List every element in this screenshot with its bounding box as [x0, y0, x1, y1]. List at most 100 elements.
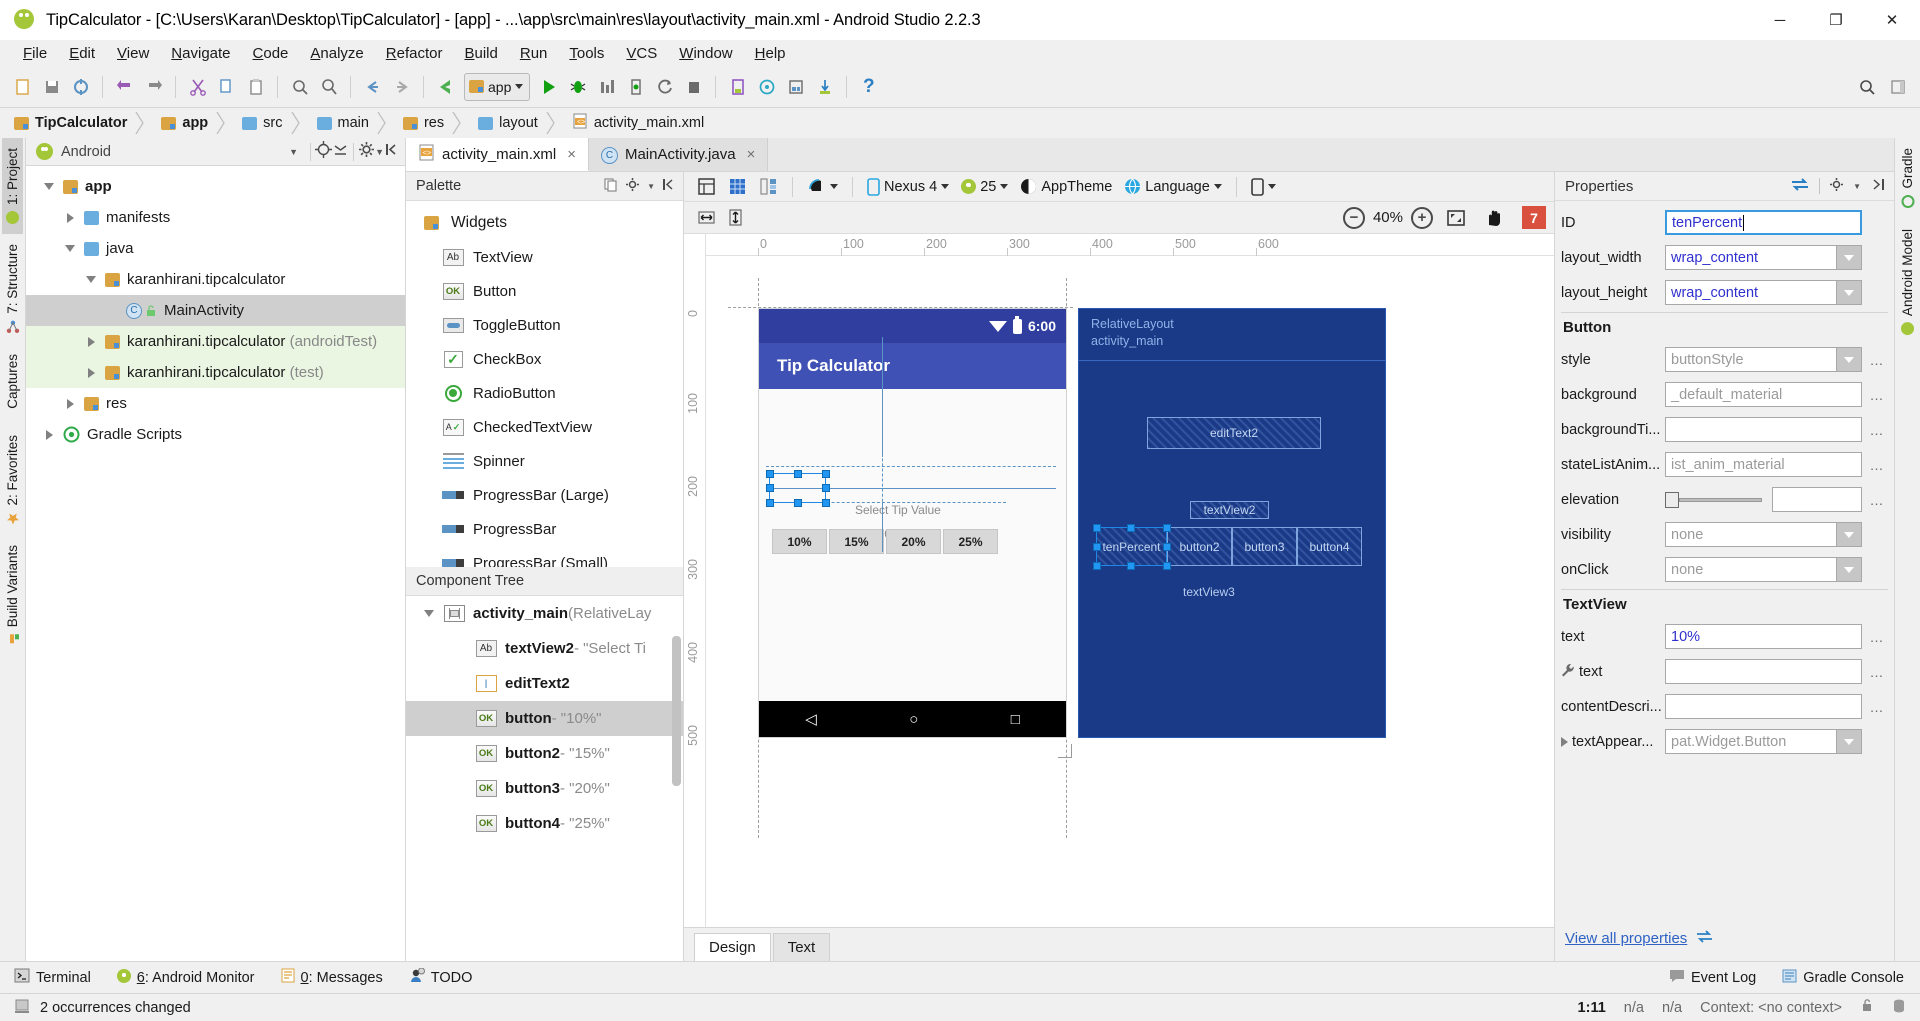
menu-item-refactor[interactable]: Refactor — [375, 43, 454, 64]
view-all-properties-link[interactable]: View all properties — [1565, 930, 1687, 947]
both-mode-icon[interactable] — [754, 172, 783, 201]
chevron-down-icon[interactable]: ▼ — [647, 182, 655, 191]
status-context[interactable]: Context: <no context> — [1700, 1000, 1842, 1016]
property-value-field[interactable]: 10% — [1665, 624, 1862, 649]
device-preview[interactable]: 6:00 Tip Calculator Select Tip Value $0.… — [758, 308, 1067, 738]
palette-item-progressbar--large-[interactable]: ProgressBar (Large) — [406, 478, 683, 512]
resize-corner-handle[interactable] — [1058, 744, 1072, 758]
blueprint-selection-box[interactable] — [1096, 527, 1167, 566]
memory-indicator-icon[interactable] — [1892, 998, 1906, 1018]
tool-window-gradle-console[interactable]: Gradle Console — [1782, 969, 1904, 987]
property-value-field[interactable] — [1665, 659, 1862, 684]
hide-panel-icon[interactable] — [384, 141, 401, 162]
run-configuration-selector[interactable]: app — [464, 73, 530, 101]
properties-hide-icon[interactable] — [1870, 177, 1886, 196]
breadcrumb-item-app[interactable]: app — [155, 110, 236, 136]
editor-tab-close-icon[interactable]: × — [567, 146, 576, 163]
menu-item-edit[interactable]: Edit — [58, 43, 106, 64]
resize-handle-tr[interactable] — [822, 470, 830, 478]
component-tree-item-activity_main[interactable]: activity_main (RelativeLay — [406, 596, 683, 631]
menu-item-code[interactable]: Code — [242, 43, 300, 64]
editor-tab-mainactivity-java[interactable]: CMainActivity.java× — [589, 138, 768, 171]
undo-icon[interactable] — [110, 72, 139, 101]
twisty-collapsed-icon[interactable] — [82, 357, 100, 388]
new-file-icon[interactable] — [8, 72, 37, 101]
resize-handle-br[interactable] — [822, 499, 830, 507]
twisty-expanded-icon[interactable] — [420, 598, 438, 629]
menu-item-analyze[interactable]: Analyze — [299, 43, 374, 64]
palette-list[interactable]: WidgetsAbTextViewOKButtonToggleButton✓Ch… — [406, 201, 683, 567]
collapse-all-icon[interactable] — [332, 141, 349, 162]
resize-handle-bl[interactable] — [766, 499, 774, 507]
layout-inspector-icon[interactable] — [781, 72, 810, 101]
cut-icon[interactable] — [183, 72, 212, 101]
twisty-collapsed-icon[interactable] — [40, 419, 58, 450]
component-tree-item-edittext2[interactable]: IeditText2 — [406, 666, 683, 701]
property-value-field[interactable]: _default_material — [1665, 382, 1862, 407]
design-tab-design[interactable]: Design — [694, 933, 771, 961]
chevron-down-icon[interactable] — [1836, 280, 1862, 305]
blueprint-button4[interactable]: button4 — [1297, 527, 1362, 566]
breadcrumb-item-res[interactable]: res — [397, 110, 472, 136]
blueprint-preview[interactable]: RelativeLayout activity_main editText2 t… — [1078, 308, 1386, 738]
api-selector[interactable]: 25 — [956, 177, 1013, 197]
theme-selector[interactable]: AppTheme — [1015, 176, 1117, 197]
property-combo-value[interactable]: none — [1665, 557, 1836, 582]
tool-window-event-log[interactable]: Event Log — [1669, 969, 1756, 987]
blueprint-textview3[interactable]: textView3 — [1183, 585, 1235, 599]
tool-window-terminal[interactable]: Terminal — [14, 968, 91, 987]
help-icon[interactable]: ? — [854, 72, 883, 101]
stop-icon[interactable] — [679, 72, 708, 101]
bp-handle-bc[interactable] — [1127, 562, 1135, 570]
property-combo[interactable]: wrap_content — [1665, 280, 1862, 305]
property-combo-value[interactable]: none — [1665, 522, 1836, 547]
toggle-expert-icon[interactable] — [1790, 177, 1810, 196]
project-tree-item[interactable]: manifests — [26, 202, 405, 233]
component-tree-item-button[interactable]: OKbutton - "10%" — [406, 701, 683, 736]
forward-icon[interactable] — [387, 72, 416, 101]
match-width-icon[interactable] — [692, 203, 721, 232]
property-combo-value[interactable]: wrap_content — [1665, 245, 1836, 270]
maximize-button[interactable]: ❐ — [1808, 0, 1864, 40]
tool-window---messages[interactable]: 0: Messages — [281, 968, 383, 987]
component-tree-scrollbar[interactable] — [672, 636, 681, 786]
resize-handle-tl[interactable] — [766, 470, 774, 478]
palette-item-widgets[interactable]: Widgets — [406, 206, 683, 240]
property-more-button[interactable]: … — [1866, 664, 1888, 680]
paste-icon[interactable] — [241, 72, 270, 101]
copy-icon[interactable] — [212, 72, 241, 101]
language-selector[interactable]: Language — [1119, 176, 1227, 197]
back-icon[interactable] — [358, 72, 387, 101]
twisty-expanded-icon[interactable] — [82, 264, 100, 295]
twisty-expanded-icon[interactable] — [40, 171, 58, 202]
palette-copy-icon[interactable] — [603, 177, 618, 196]
slider-knob[interactable] — [1665, 492, 1679, 508]
palette-item-radiobutton[interactable]: RadioButton — [406, 376, 683, 410]
twisty-collapsed-icon[interactable] — [61, 388, 79, 419]
project-view-selector-label[interactable]: Android — [61, 144, 111, 160]
preview-button-10[interactable]: 10% — [772, 529, 827, 554]
properties-list[interactable]: IDtenPercentlayout_widthwrap_contentlayo… — [1555, 201, 1894, 916]
resize-handle-mr[interactable] — [822, 484, 830, 492]
property-combo[interactable]: buttonStyle — [1665, 347, 1862, 372]
palette-hide-icon[interactable] — [662, 177, 677, 196]
breadcrumb-item-layout[interactable]: layout — [472, 110, 566, 136]
chevron-down-icon[interactable] — [1836, 557, 1862, 582]
bp-handle-bl[interactable] — [1093, 562, 1101, 570]
project-tree[interactable]: appmanifestsjavakaranhirani.tipcalculato… — [26, 166, 405, 961]
tool-tab-captures[interactable]: Captures — [2, 344, 23, 425]
hide-toolbar-icon[interactable] — [1883, 72, 1912, 101]
twisty-collapsed-icon[interactable] — [82, 326, 100, 357]
attach-debugger-icon[interactable] — [621, 72, 650, 101]
preview-button-25[interactable]: 25% — [943, 529, 998, 554]
blueprint-edittext2[interactable]: editText2 — [1147, 417, 1321, 449]
tool-tab-build-variants[interactable]: Build Variants — [2, 535, 23, 657]
chevron-down-icon[interactable]: ▼ — [1853, 182, 1861, 191]
properties-gear-icon[interactable] — [1829, 177, 1844, 196]
close-button[interactable]: ✕ — [1864, 0, 1920, 40]
property-more-button[interactable]: … — [1866, 422, 1888, 438]
menu-item-window[interactable]: Window — [668, 43, 743, 64]
zoom-to-fit-icon[interactable] — [1441, 203, 1470, 232]
menu-item-tools[interactable]: Tools — [558, 43, 615, 64]
debug-icon[interactable] — [563, 72, 592, 101]
